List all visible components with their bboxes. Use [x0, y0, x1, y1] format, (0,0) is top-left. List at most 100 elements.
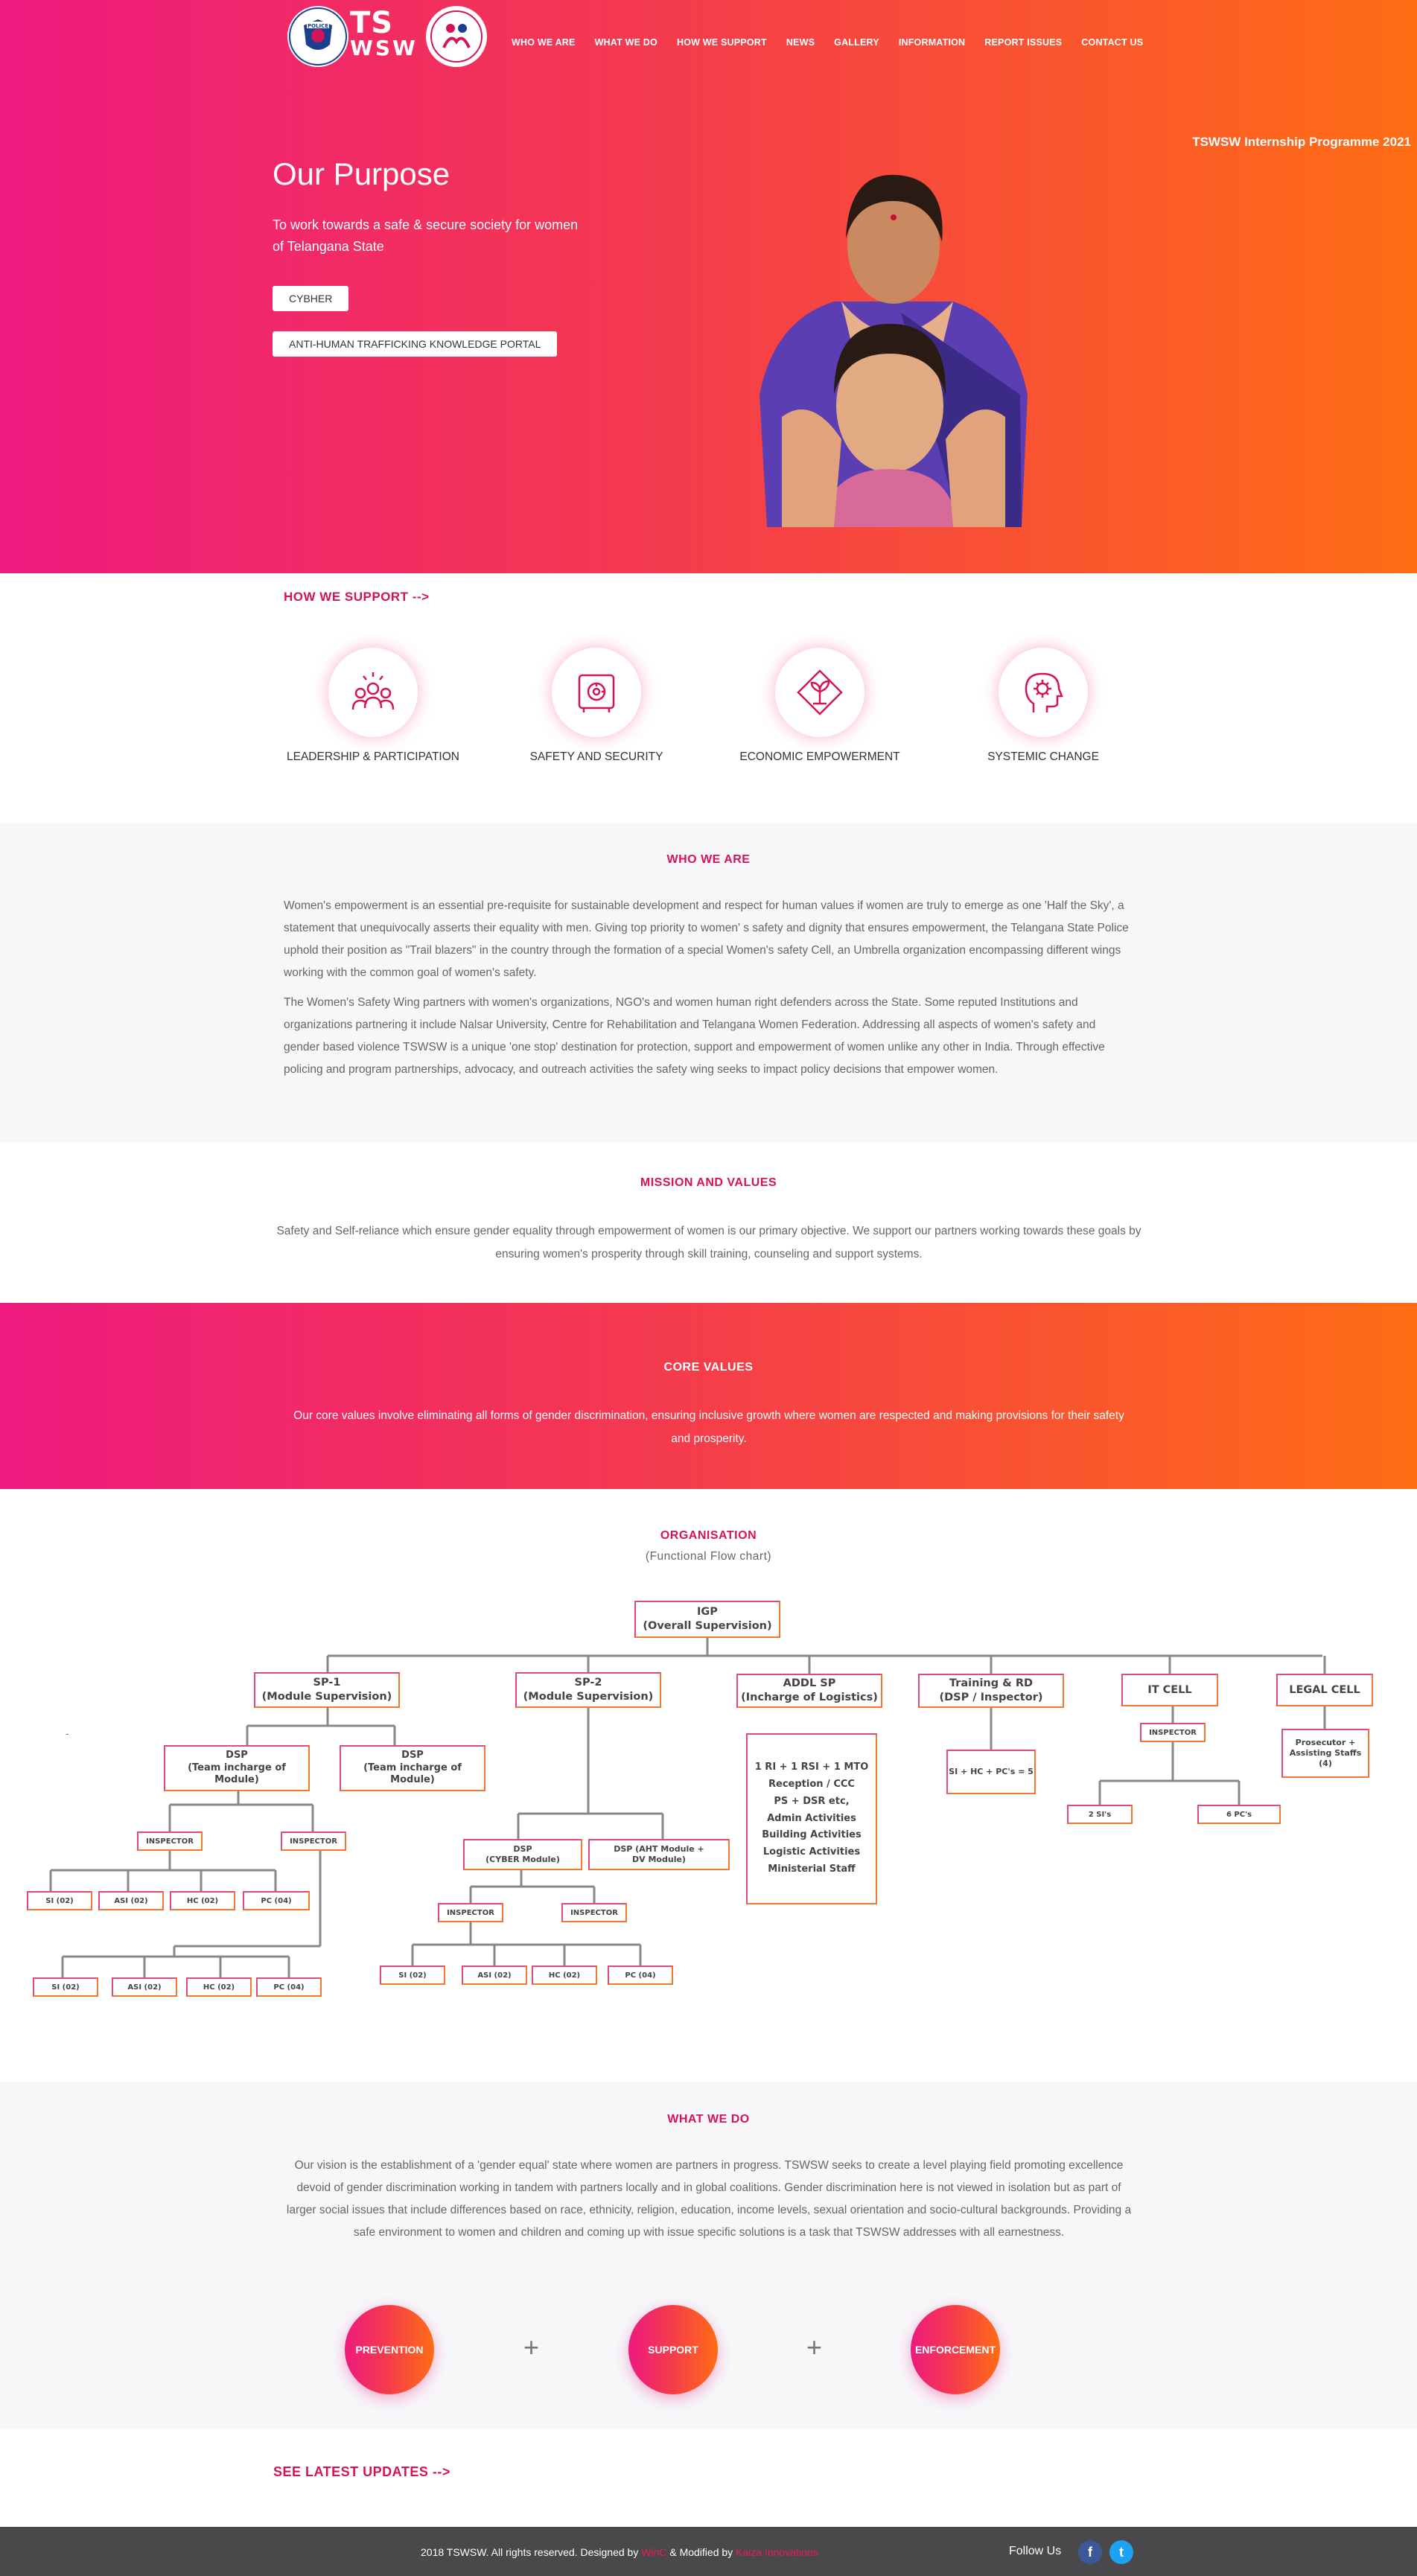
- internship-link[interactable]: TSWSW Internship Programme 2021: [1192, 135, 1411, 150]
- org-box-inspector-a1: INSPECTOR: [137, 1831, 203, 1851]
- org-box-sp2: SP-2 (Module Supervision): [515, 1672, 661, 1708]
- follow-us-label: Follow Us: [1009, 2545, 1062, 2557]
- what-we-do-text: Our vision is the establishment of a 'ge…: [286, 2159, 1132, 2239]
- what-we-do-section: WHAT WE DO Our vision is the establishme…: [0, 2082, 1417, 2429]
- cybher-button[interactable]: CYBHER: [273, 286, 349, 311]
- logo-line-2: WSW: [350, 36, 418, 60]
- org-box-row2-hc: HC (02): [186, 1977, 252, 1997]
- core-values-text: Our core values involve eliminating all …: [293, 1409, 1124, 1445]
- plus-sign-2: +: [806, 2332, 823, 2362]
- org-box-addl-sp: ADDL SP (Incharge of Logistics): [736, 1674, 882, 1708]
- who-paragraph-2: The Women's Safety Wing partners with wo…: [284, 996, 1105, 1076]
- modifier-link[interactable]: Kaiza Innovations: [736, 2546, 818, 2558]
- footer: 2018 TSWSW. All rights reserved. Designe…: [0, 2527, 1417, 2576]
- org-box-dsp-module-b: DSP (Team incharge of Module): [340, 1745, 485, 1791]
- support-card-safety[interactable]: SAFETY AND SECURITY: [507, 648, 686, 764]
- support-label-systemic: SYSTEMIC CHANGE: [987, 750, 1099, 763]
- pillar-prevention[interactable]: PREVENTION: [345, 2305, 434, 2394]
- latest-updates-section: SEE LATEST UPDATES -->: [0, 2429, 1417, 2527]
- org-box-row3-asi: ASI (02): [462, 1966, 527, 1985]
- safe-icon: [578, 674, 615, 712]
- wsw-emblem[interactable]: [426, 6, 487, 67]
- support-circle: [999, 648, 1088, 737]
- mission-title: MISSION AND VALUES: [640, 1176, 777, 1189]
- police-badge-icon: POLICE: [289, 7, 347, 66]
- org-box-row2-asi: ASI (02): [112, 1977, 177, 1997]
- nav-report-issues[interactable]: REPORT ISSUES: [984, 37, 1062, 48]
- support-card-leadership[interactable]: LEADERSHIP & PARTICIPATION: [284, 648, 462, 764]
- mother-daughter-photo: [760, 174, 1028, 527]
- nav-news[interactable]: NEWS: [786, 37, 815, 48]
- mission-text: Safety and Self-reliance which ensure ge…: [276, 1225, 1141, 1260]
- org-box-legal-cell: LEGAL CELL: [1276, 1674, 1373, 1706]
- badge-text: POLICE: [308, 23, 328, 29]
- what-we-do-title: WHAT WE DO: [667, 2113, 750, 2126]
- org-box-inspector-b1: INSPECTOR: [438, 1903, 503, 1922]
- police-logo[interactable]: POLICE: [287, 6, 348, 67]
- org-box-it-pc: 6 PC's: [1197, 1805, 1281, 1824]
- support-label-economic: ECONOMIC EMPOWERMENT: [739, 750, 900, 763]
- see-latest-updates-link[interactable]: SEE LATEST UPDATES -->: [273, 2464, 450, 2480]
- nav-who-we-are[interactable]: WHO WE ARE: [512, 37, 576, 48]
- org-box-logistics: 1 RI + 1 RSI + 1 MTO Reception / CCC PS …: [746, 1733, 877, 1904]
- org-box-prosecutor: Prosecutor + Assisting Staffs (4): [1281, 1729, 1369, 1778]
- org-box-row2-pc: PC (04): [256, 1977, 322, 1997]
- who-paragraph-1: Women's empowerment is an essential pre-…: [284, 899, 1129, 979]
- org-box-it-inspector: INSPECTOR: [1140, 1723, 1206, 1742]
- main-nav: WHO WE ARE WHAT WE DO HOW WE SUPPORT NEW…: [512, 37, 1143, 48]
- head-gear-icon: [1025, 672, 1063, 712]
- org-box-row3-si: SI (02): [380, 1966, 445, 1985]
- pillar-enforcement[interactable]: ENFORCEMENT: [911, 2305, 1000, 2394]
- support-section: HOW WE SUPPORT --> LEADERSHIP & PARTICIP…: [0, 573, 1417, 823]
- tswsw-logo[interactable]: TS WSW: [350, 8, 418, 61]
- org-box-row1-si: SI (02): [27, 1891, 92, 1910]
- nav-how-we-support[interactable]: HOW WE SUPPORT: [677, 37, 767, 48]
- hero-subtitle: To work towards a safe & secure society …: [273, 217, 579, 254]
- support-card-systemic[interactable]: SYSTEMIC CHANGE: [954, 648, 1133, 764]
- core-values-section: CORE VALUES Our core values involve elim…: [0, 1303, 1417, 1489]
- org-box-row3-pc: PC (04): [608, 1966, 673, 1985]
- hero-title: Our Purpose: [273, 156, 450, 191]
- women-emblem-icon: [430, 10, 483, 63]
- nav-gallery[interactable]: GALLERY: [834, 37, 879, 48]
- org-box-row1-asi: ASI (02): [98, 1891, 164, 1910]
- nav-contact-us[interactable]: CONTACT US: [1081, 37, 1143, 48]
- footer-prefix: 2018 TSWSW. All rights reserved. Designe…: [421, 2546, 639, 2558]
- org-box-inspector-b2: INSPECTOR: [561, 1903, 627, 1922]
- core-values-title: CORE VALUES: [663, 1361, 754, 1374]
- footer-copyright: 2018 TSWSW. All rights reserved. Designe…: [421, 2546, 818, 2558]
- support-card-economic[interactable]: ECONOMIC EMPOWERMENT: [730, 648, 909, 764]
- org-box-igp: IGP (Overall Supervision): [634, 1601, 780, 1638]
- anti-trafficking-portal-button[interactable]: ANTI-HUMAN TRAFFICKING KNOWLEDGE PORTAL: [273, 331, 558, 357]
- support-circle: [775, 648, 864, 737]
- support-label-leadership: LEADERSHIP & PARTICIPATION: [287, 750, 459, 763]
- who-we-are-section: WHO WE ARE Women's empowerment is an ess…: [0, 823, 1417, 1142]
- footer-mid: & Modified by: [669, 2546, 733, 2558]
- org-box-dsp-aht: DSP (AHT Module + DV Module): [588, 1839, 730, 1870]
- nav-what-we-do[interactable]: WHAT WE DO: [595, 37, 657, 48]
- org-box-training-staff: SI + HC + PC's = 5: [946, 1750, 1036, 1794]
- org-box-row1-pc: PC (04): [243, 1891, 310, 1910]
- support-circle: [552, 648, 641, 737]
- hero-section: POLICE TS WSW WHO WE ARE WHAT WE DO HOW …: [0, 0, 1417, 573]
- growth-icon: [797, 669, 843, 715]
- plus-sign-1: +: [523, 2332, 540, 2362]
- team-icon: [351, 672, 395, 710]
- org-box-sp1: SP-1 (Module Supervision): [254, 1672, 400, 1708]
- org-box-it-si: 2 SI's: [1067, 1805, 1133, 1824]
- nav-information[interactable]: INFORMATION: [899, 37, 965, 48]
- support-label-safety: SAFETY AND SECURITY: [529, 750, 663, 763]
- org-box-dsp-cyber: DSP (CYBER Module): [463, 1839, 582, 1870]
- twitter-icon[interactable]: t: [1109, 2540, 1133, 2564]
- org-box-it-cell: IT CELL: [1121, 1674, 1218, 1706]
- organisation-section: ORGANISATION (Functional Flow chart) - I…: [0, 1489, 1417, 2082]
- org-box-row1-hc: HC (02): [170, 1891, 235, 1910]
- designer-link[interactable]: WinC: [641, 2546, 666, 2558]
- org-box-row2-si: SI (02): [33, 1977, 98, 1997]
- org-box-row3-hc: HC (02): [532, 1966, 597, 1985]
- support-circle: [328, 648, 418, 737]
- how-we-support-link[interactable]: HOW WE SUPPORT -->: [284, 590, 430, 605]
- facebook-icon[interactable]: f: [1078, 2540, 1102, 2564]
- pillar-support[interactable]: SUPPORT: [628, 2305, 718, 2394]
- org-box-inspector-a2: INSPECTOR: [281, 1831, 346, 1851]
